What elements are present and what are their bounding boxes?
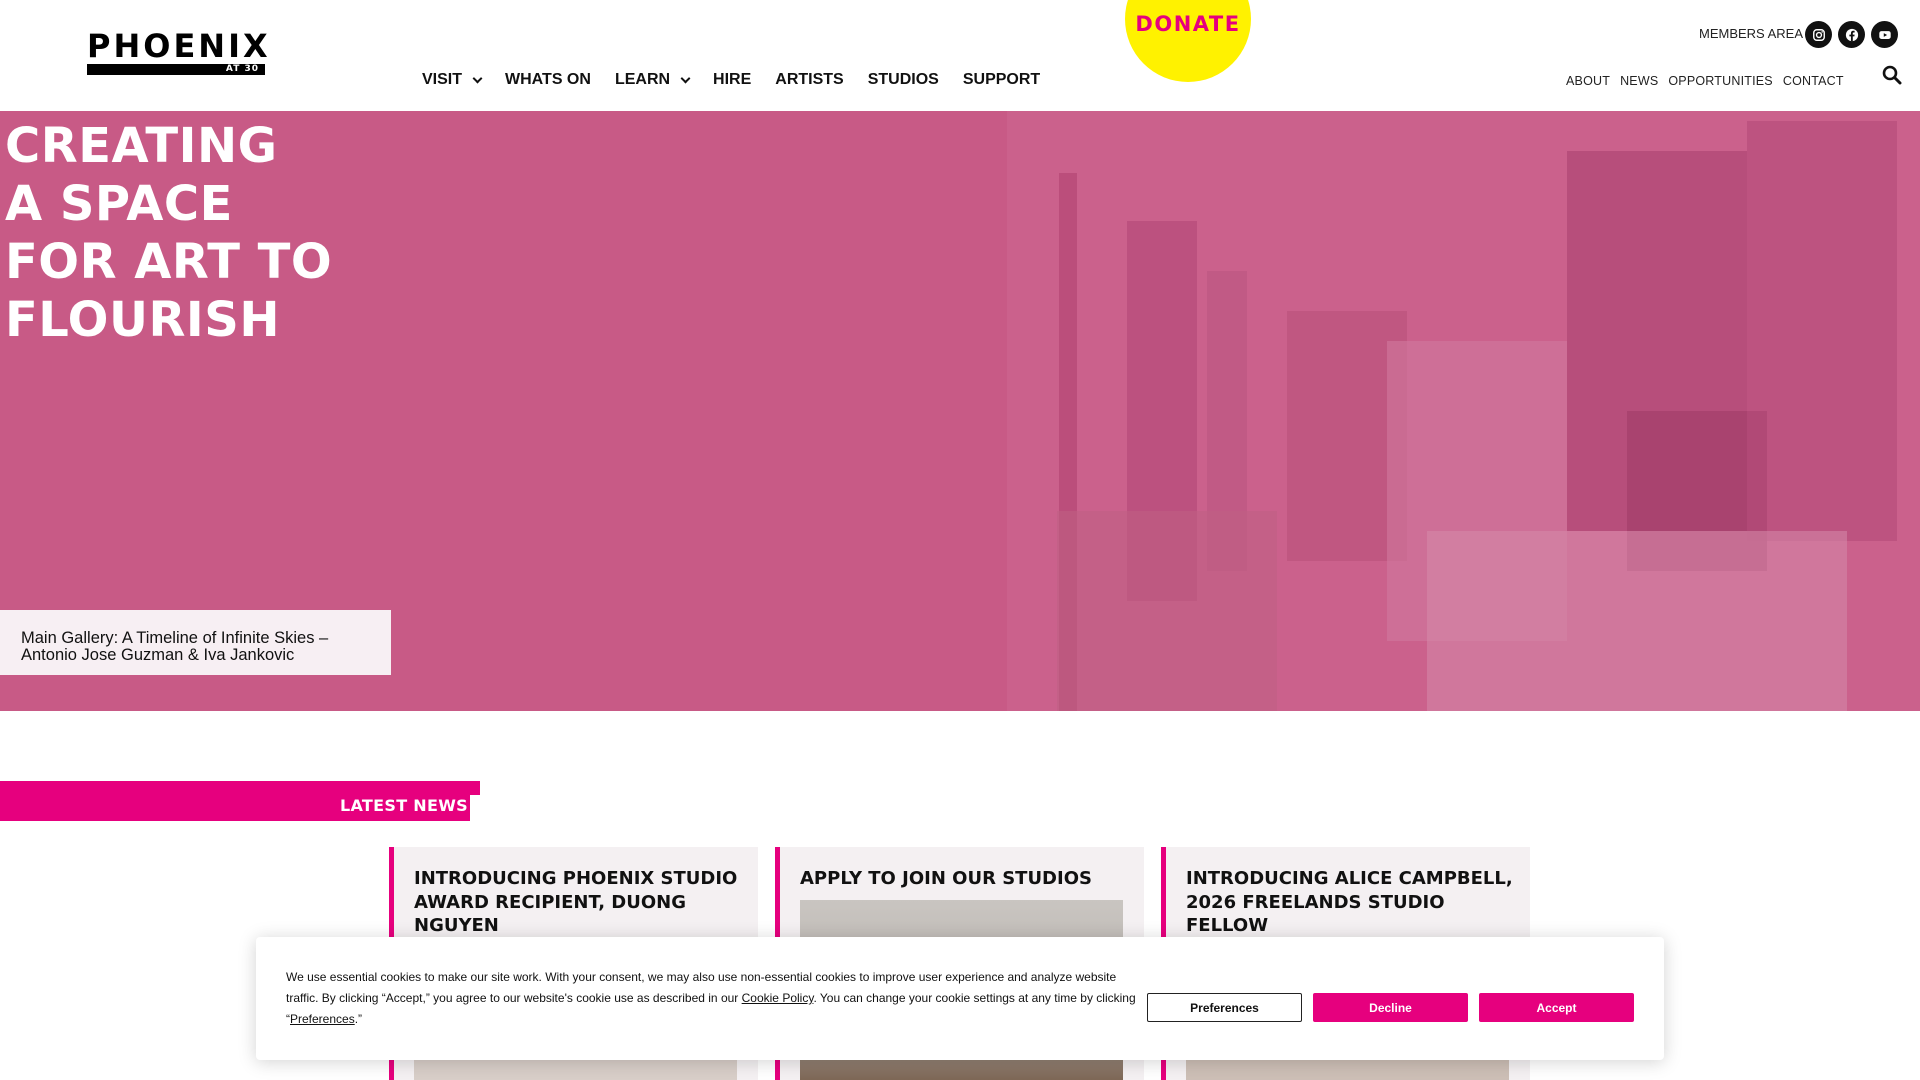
hero-title-line: CREATING bbox=[5, 118, 278, 174]
sec-nav-news[interactable]: NEWS bbox=[1620, 74, 1658, 88]
hero-caption-line: Antonio Jose Guzman & Iva Jankovic bbox=[21, 646, 295, 664]
hero-title-line: FLOURISH bbox=[5, 292, 281, 348]
latest-news-heading: LATEST NEWS bbox=[340, 796, 468, 815]
members-area-link[interactable]: MEMBERS AREA bbox=[1699, 26, 1803, 41]
youtube-icon[interactable] bbox=[1871, 21, 1898, 48]
news-card-title: INTRODUCING PHOENIX STUDIO AWARD RECIPIE… bbox=[414, 868, 738, 936]
facebook-icon[interactable] bbox=[1838, 21, 1865, 48]
hero-title-line: FOR ART TO bbox=[5, 234, 333, 290]
nav-item-learn[interactable]: LEARN bbox=[603, 70, 701, 90]
latest-news-band-notch bbox=[470, 795, 480, 821]
nav-item-hire[interactable]: HIRE bbox=[701, 70, 763, 90]
hero-gallery-image bbox=[1007, 111, 1920, 711]
phoenix-logo[interactable]: PHOENIX AT 30 bbox=[87, 27, 271, 76]
news-card-title: APPLY TO JOIN OUR STUDIOS bbox=[800, 868, 1092, 889]
main-nav: VISIT WHATS ON LEARN HIRE ARTISTS STUDIO… bbox=[410, 70, 1052, 90]
sec-nav-about[interactable]: ABOUT bbox=[1566, 74, 1610, 88]
nav-label: HIRE bbox=[713, 71, 752, 88]
cookie-consent-banner: We use essential cookies to make our sit… bbox=[256, 937, 1664, 1060]
hero-title: CREATING A SPACE FOR ART TO FLOURISH bbox=[5, 117, 332, 349]
nav-item-support[interactable]: SUPPORT bbox=[951, 70, 1052, 90]
nav-label: SUPPORT bbox=[962, 71, 1041, 88]
instagram-icon[interactable] bbox=[1805, 21, 1832, 48]
logo-wordmark: PHOENIX bbox=[87, 27, 271, 65]
accept-button[interactable]: Accept bbox=[1479, 993, 1634, 1022]
sec-nav-contact[interactable]: CONTACT bbox=[1783, 74, 1844, 88]
search-icon[interactable] bbox=[1882, 65, 1902, 85]
nav-item-visit[interactable]: VISIT bbox=[410, 70, 493, 90]
news-card-image bbox=[414, 1057, 737, 1080]
cookie-consent-text: We use essential cookies to make our sit… bbox=[286, 967, 1146, 1030]
donate-button[interactable]: DONATE bbox=[1125, 0, 1251, 82]
hero-caption-line: Main Gallery: A Timeline of Infinite Ski… bbox=[21, 629, 329, 647]
cookie-policy-link[interactable]: Cookie Policy bbox=[742, 991, 814, 1005]
logo-sub-bar: AT 30 bbox=[87, 64, 265, 75]
nav-item-whats-on[interactable]: WHATS ON bbox=[493, 70, 603, 90]
hero-caption-link[interactable]: Main Gallery: A Timeline of Infinite Ski… bbox=[0, 610, 391, 675]
donate-label: DONATE bbox=[1135, 12, 1241, 36]
nav-label: STUDIOS bbox=[867, 71, 939, 88]
cookie-preferences-link[interactable]: Preferences bbox=[290, 1012, 355, 1026]
chevron-down-icon bbox=[472, 73, 483, 83]
cookie-text-part: .” bbox=[354, 1012, 363, 1026]
hero-banner: CREATING A SPACE FOR ART TO FLOURISH Mai… bbox=[0, 111, 1920, 711]
hero-title-line: A SPACE bbox=[5, 176, 233, 232]
news-card-title: INTRODUCING ALICE CAMPBELL, 2026 FREELAN… bbox=[1186, 868, 1513, 936]
nav-item-studios[interactable]: STUDIOS bbox=[856, 70, 951, 90]
chevron-down-icon bbox=[680, 73, 691, 83]
nav-label: WHATS ON bbox=[505, 71, 591, 88]
news-card-image bbox=[1186, 1057, 1509, 1080]
nav-item-artists[interactable]: ARTISTS bbox=[763, 70, 855, 90]
secondary-nav: ABOUT NEWS OPPORTUNITIES CONTACT bbox=[1566, 74, 1844, 88]
site-header: PHOENIX AT 30 VISIT WHATS ON LEARN HIRE … bbox=[0, 0, 1920, 111]
nav-label: ARTISTS bbox=[775, 71, 844, 88]
decline-button[interactable]: Decline bbox=[1313, 993, 1468, 1022]
nav-label: VISIT bbox=[422, 71, 463, 88]
nav-label: LEARN bbox=[614, 71, 671, 88]
preferences-button[interactable]: Preferences bbox=[1147, 993, 1302, 1022]
sec-nav-opportunities[interactable]: OPPORTUNITIES bbox=[1668, 74, 1772, 88]
